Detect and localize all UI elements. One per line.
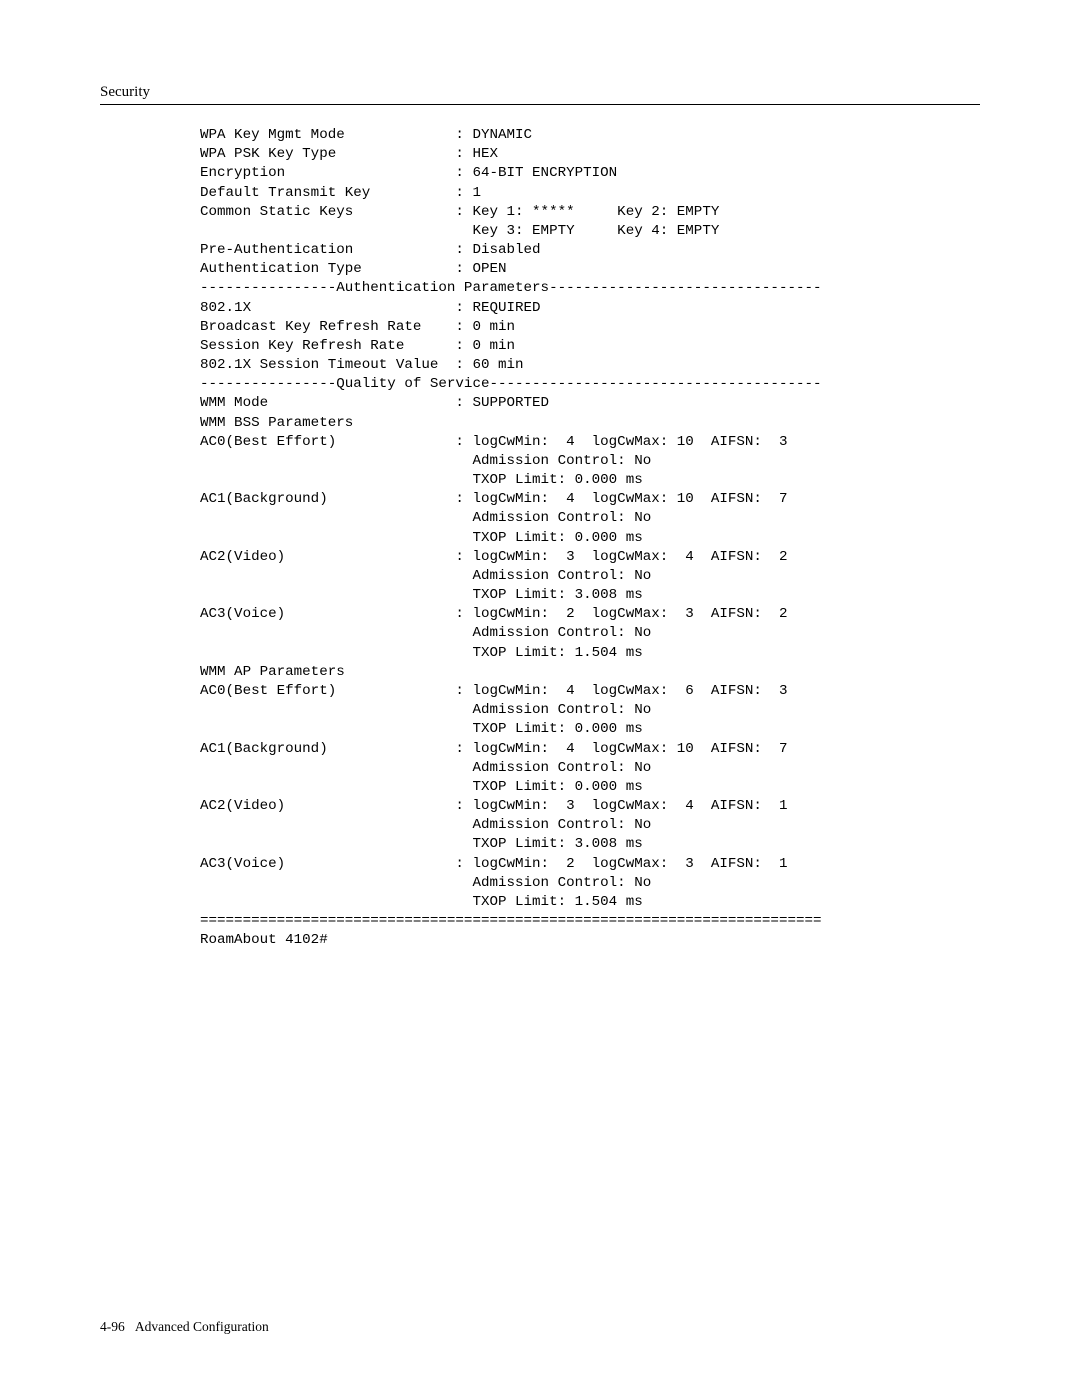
page-number: 4-96	[100, 1319, 125, 1334]
header-rule	[100, 104, 980, 105]
section-heading: Security	[100, 84, 150, 101]
page: Security WPA Key Mgmt Mode : DYNAMIC WPA…	[0, 0, 1080, 1397]
console-output: WPA Key Mgmt Mode : DYNAMIC WPA PSK Key …	[200, 126, 822, 950]
footer-title: Advanced Configuration	[135, 1319, 269, 1334]
page-footer: 4-96 Advanced Configuration	[100, 1319, 269, 1335]
